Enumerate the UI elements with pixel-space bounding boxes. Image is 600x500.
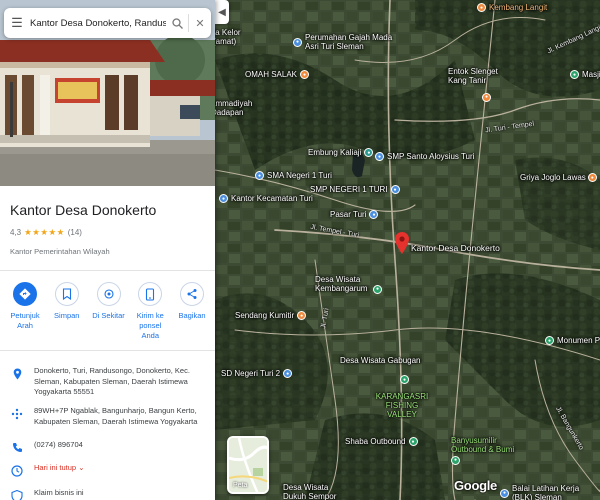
poi-sma-negeri-1-turi[interactable]: ● SMA Negeri 1 Turi xyxy=(255,171,332,180)
poi-karangasri-fishing-valley[interactable]: KARANGASRI FISHING VALLEY xyxy=(371,392,433,419)
save-label: Simpan xyxy=(54,311,80,320)
save-button[interactable]: Simpan xyxy=(48,282,86,341)
plus-code-text: 89WH+7P Ngablak, Bangunharjo, Bangun Ker… xyxy=(34,406,198,426)
claim-business-row[interactable]: Klaim bisnis ini xyxy=(0,488,215,500)
app-root: ● Kembang Langit ● Perumahan Gajah Mada As… xyxy=(0,0,600,500)
poi-sendang-kumitir[interactable]: Sendang Kumitir ● xyxy=(235,311,307,320)
poi-muhammadiyah-dadapan[interactable]: ammadiyah Dadapan xyxy=(215,99,271,117)
poi-entok-slenget[interactable]: Entok Slenget Kang Tanir ● xyxy=(448,67,518,102)
directions-button[interactable]: Petunjuk Arah xyxy=(6,282,44,341)
poi-smp-santo-aloysius[interactable]: ● SMP Santo Aloysius Turi xyxy=(375,152,474,161)
poi-pasar-turi[interactable]: Pasar Turi ● xyxy=(330,210,379,219)
map-layer-label: Peta xyxy=(233,482,248,489)
phone-text: (0274) 896704 xyxy=(34,440,83,449)
park-pin-icon: ● xyxy=(373,285,382,294)
location-pin-icon xyxy=(0,366,34,398)
nearby-label: Di Sekitar xyxy=(92,311,125,320)
send-to-phone-label: Kirim ke ponsel Anda xyxy=(136,311,164,340)
address-text: Donokerto, Turi, Randusongo, Donokerto, … xyxy=(34,366,190,396)
poi-banyusumilir-outbound[interactable]: Banyusumilir Outbound & Bumi ● xyxy=(451,436,525,465)
park-pin-icon: ● xyxy=(451,456,460,465)
search-icon[interactable] xyxy=(166,17,188,29)
directions-icon xyxy=(13,282,37,306)
poi-desa-wisata-kembangarum[interactable]: Desa Wisata Kembangarum ● xyxy=(315,275,382,294)
directions-label: Petunjuk Arah xyxy=(10,311,40,330)
close-icon[interactable]: ✕ xyxy=(189,17,211,30)
poi-masjid[interactable]: ●Masjid xyxy=(570,70,600,79)
poi-griya-joglo-lawas[interactable]: Griya Joglo Lawas ● xyxy=(520,173,597,182)
collapse-panel-button[interactable]: ◀ xyxy=(215,0,229,24)
poi-desa-wisata-dukuh-sempor[interactable]: Desa Wisata Dukuh Sempor xyxy=(283,483,338,500)
building-pin-icon: ● xyxy=(293,37,302,47)
monument-pin-icon: ● xyxy=(545,336,554,345)
clock-icon xyxy=(0,463,34,477)
poi-kembang-langit[interactable]: ● Kembang Langit xyxy=(477,3,547,12)
poi-kelor[interactable]: ta Kelor (amat) xyxy=(215,28,258,46)
rating-value: 4,3 xyxy=(10,228,22,237)
star-rating-icon: ★★★★★ xyxy=(24,227,65,237)
selected-place-label[interactable]: Kantor Desa Donokerto xyxy=(411,243,500,253)
action-buttons: Petunjuk Arah Simpan Di Sekitar Kirim ke… xyxy=(6,282,211,341)
phone-row[interactable]: (0274) 896704 xyxy=(0,440,215,453)
poi-monumen[interactable]: ● Monumen P xyxy=(545,336,600,345)
google-logo: Google xyxy=(454,478,497,493)
plus-code-row[interactable]: 89WH+7P Ngablak, Bangunharjo, Bangun Ker… xyxy=(0,406,215,427)
poi-desa-wisata-gabugan[interactable]: Desa Wisata Gabugan ● xyxy=(340,356,421,384)
rating-row[interactable]: 4,3 ★★★★★ (14) xyxy=(10,227,82,238)
mosque-pin-icon: ● xyxy=(570,70,579,79)
nearby-button[interactable]: Di Sekitar xyxy=(90,282,128,341)
search-box[interactable]: ☰ Kantor Desa Donokerto, Randuso ✕ xyxy=(4,8,211,38)
nearby-icon xyxy=(96,282,121,306)
school-pin-icon: ● xyxy=(255,171,264,180)
attraction-pin-icon: ● xyxy=(297,311,307,320)
place-title: Kantor Desa Donokerto xyxy=(10,202,157,218)
send-to-phone-icon xyxy=(138,282,163,306)
school-pin-icon: ● xyxy=(283,369,293,378)
building-pin-icon: ● xyxy=(500,488,509,498)
chevron-left-icon: ◀ xyxy=(218,6,226,18)
send-to-phone-button[interactable]: Kirim ke ponsel Anda xyxy=(131,282,169,341)
poi-omah-salak[interactable]: OMAH SALAK ● xyxy=(245,70,310,79)
poi-kantor-kecamatan-turi[interactable]: ● Kantor Kecamatan Turi xyxy=(219,194,313,203)
water-pin-icon: ● xyxy=(364,148,374,157)
government-pin-icon: ● xyxy=(219,194,228,203)
share-label: Bagikan xyxy=(178,311,206,320)
phone-icon xyxy=(0,440,34,453)
park-pin-icon: ● xyxy=(400,375,409,384)
address-row[interactable]: Donokerto, Turi, Randusongo, Donokerto, … xyxy=(0,366,215,398)
hotel-pin-icon: ● xyxy=(587,173,597,182)
share-button[interactable]: Bagikan xyxy=(173,282,211,341)
divider xyxy=(0,350,215,351)
chevron-down-icon: ⌄ xyxy=(78,463,85,472)
selected-place-pin-icon[interactable] xyxy=(395,232,409,254)
poi-smp-negeri-1-turi[interactable]: SMP NEGERI 1 TURI ● xyxy=(310,185,400,194)
search-input[interactable]: Kantor Desa Donokerto, Randuso xyxy=(30,18,166,29)
restaurant-pin-icon: ● xyxy=(300,70,310,79)
map-layer-toggle[interactable]: Peta xyxy=(227,436,269,494)
poi-perumahan-gajah-mada[interactable]: ● Perumahan Gajah Mada Asri Turi Sleman xyxy=(293,33,395,51)
poi-embung-kaliaji[interactable]: Embung Kaliaji ● xyxy=(308,148,374,157)
verified-icon xyxy=(0,488,34,500)
menu-icon[interactable]: ☰ xyxy=(4,15,30,31)
hours-row[interactable]: Hari ini tutup ⌄ xyxy=(0,463,215,477)
bookmark-icon xyxy=(54,282,79,306)
attraction-pin-icon: ● xyxy=(477,3,486,12)
plus-code-icon xyxy=(0,406,34,427)
poi-shaba-outbound[interactable]: Shaba Outbound ● xyxy=(345,437,418,446)
divider xyxy=(0,270,215,271)
place-category[interactable]: Kantor Pemerintahan Wilayah xyxy=(10,247,110,256)
poi-balai-latihan-kerja[interactable]: ● Balai Latihan Kerja (BLK) Sleman xyxy=(500,484,600,500)
park-pin-icon: ● xyxy=(408,437,418,446)
claim-business-text: Klaim bisnis ini xyxy=(34,488,84,497)
restaurant-pin-icon: ● xyxy=(482,93,491,102)
market-pin-icon: ● xyxy=(369,210,379,219)
hours-text: Hari ini tutup ⌄ xyxy=(34,463,85,472)
place-details-panel: ☰ Kantor Desa Donokerto, Randuso ✕ Kanto… xyxy=(0,0,215,500)
review-count[interactable]: (14) xyxy=(68,228,82,237)
poi-sd-negeri-turi-2[interactable]: SD Negeri Turi 2 ● xyxy=(221,369,293,378)
school-pin-icon: ● xyxy=(375,152,384,161)
share-icon xyxy=(180,282,204,306)
school-pin-icon: ● xyxy=(390,185,400,194)
